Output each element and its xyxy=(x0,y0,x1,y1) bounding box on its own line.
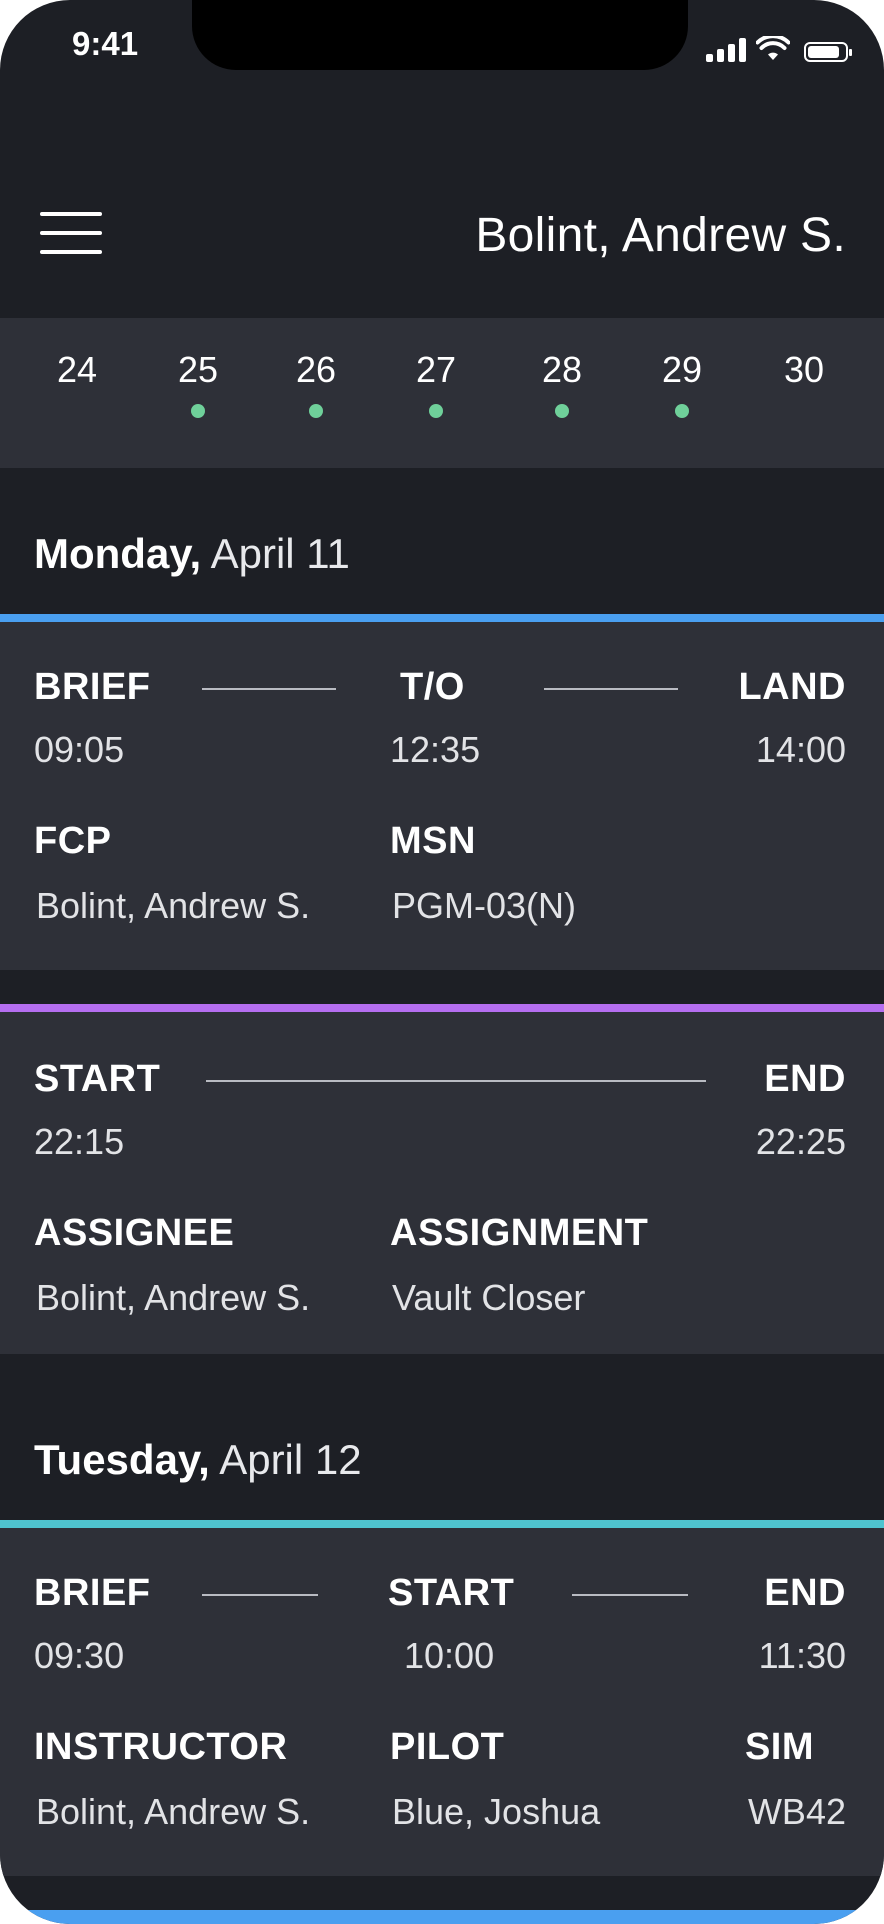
fcp-label: FCP xyxy=(34,820,112,862)
brief-label: BRIEF xyxy=(34,1572,151,1614)
next-event-color-bar xyxy=(0,1910,884,1924)
date-item-25[interactable]: 25 xyxy=(158,348,238,418)
day-heading-monday: Monday, April 11 xyxy=(34,528,350,580)
msn-label: MSN xyxy=(390,820,476,862)
instructor-value: Bolint, Andrew S. xyxy=(36,1791,311,1832)
sim-value: WB42 xyxy=(747,1791,846,1832)
event-color-bar xyxy=(0,1520,884,1528)
date-number: 27 xyxy=(415,349,457,390)
event-indicator-dot xyxy=(191,404,205,418)
hamburger-menu-icon[interactable] xyxy=(40,210,102,256)
brief-time: 09:05 xyxy=(34,729,125,770)
end-time: 11:30 xyxy=(758,1635,846,1676)
end-label: END xyxy=(764,1058,846,1100)
device-notch xyxy=(192,0,688,70)
date-item-26[interactable]: 26 xyxy=(276,348,356,418)
date-number: 30 xyxy=(783,349,825,390)
brief-label: BRIEF xyxy=(34,666,151,708)
event-indicator-dot xyxy=(555,404,569,418)
battery-icon xyxy=(804,42,852,62)
end-label: END xyxy=(764,1572,846,1614)
cellular-signal-icon xyxy=(706,38,746,62)
brief-time: 09:30 xyxy=(34,1635,125,1676)
land-time: 14:00 xyxy=(755,729,846,770)
timeline-connector xyxy=(202,688,336,690)
assignment-label: ASSIGNMENT xyxy=(390,1212,649,1254)
event-indicator-dot xyxy=(675,404,689,418)
land-label: LAND xyxy=(738,666,846,708)
day-date: April 11 xyxy=(210,530,350,577)
date-item-27[interactable]: 27 xyxy=(396,348,476,418)
assignment-value: Vault Closer xyxy=(392,1277,586,1318)
date-item-30[interactable]: 30 xyxy=(764,348,844,392)
status-icons xyxy=(706,34,852,62)
phone-screen: 9:41 Bolint, Andrew S. 24 25 26 27 28 29… xyxy=(0,0,884,1924)
date-item-29[interactable]: 29 xyxy=(642,348,722,418)
date-number: 24 xyxy=(56,349,98,390)
day-weekday: Tuesday, xyxy=(34,1436,210,1483)
instructor-label: INSTRUCTOR xyxy=(34,1726,288,1768)
timeline-connector xyxy=(206,1080,706,1082)
battery-level xyxy=(808,46,839,58)
start-time: 10:00 xyxy=(404,1635,495,1676)
event-color-bar xyxy=(0,614,884,622)
timeline-connector xyxy=(544,688,678,690)
event-card-duty[interactable]: START END 22:15 22:25 ASSIGNEE ASSIGNMEN… xyxy=(0,1004,884,1354)
start-time: 22:15 xyxy=(34,1121,125,1162)
date-number: 25 xyxy=(177,349,219,390)
start-label: START xyxy=(34,1058,161,1100)
date-number: 28 xyxy=(541,349,583,390)
header-user-name[interactable]: Bolint, Andrew S. xyxy=(475,208,846,264)
week-date-strip: 24 25 26 27 28 29 30 xyxy=(0,318,884,468)
sim-label: SIM xyxy=(744,1726,814,1768)
pilot-label: PILOT xyxy=(390,1726,505,1768)
date-item-24[interactable]: 24 xyxy=(37,348,117,392)
day-heading-tuesday: Tuesday, April 12 xyxy=(34,1434,362,1486)
event-indicator-dot xyxy=(429,404,443,418)
event-card-flight[interactable]: BRIEF T/O LAND 09:05 12:35 14:00 FCP MSN… xyxy=(0,614,884,970)
status-time: 9:41 xyxy=(72,25,139,62)
timeline-connector xyxy=(572,1594,688,1596)
event-indicator-dot xyxy=(309,404,323,418)
wifi-icon xyxy=(756,36,790,60)
takeoff-label: T/O xyxy=(400,666,465,708)
msn-value: PGM-03(N) xyxy=(392,885,577,926)
app-header: Bolint, Andrew S. xyxy=(0,180,884,280)
assignee-value: Bolint, Andrew S. xyxy=(36,1277,311,1318)
end-time: 22:25 xyxy=(755,1121,846,1162)
date-number: 26 xyxy=(295,349,337,390)
fcp-value: Bolint, Andrew S. xyxy=(36,885,311,926)
assignee-label: ASSIGNEE xyxy=(34,1212,235,1254)
date-number: 29 xyxy=(661,349,703,390)
event-card-sim[interactable]: BRIEF START END 09:30 10:00 11:30 INSTRU… xyxy=(0,1520,884,1876)
pilot-value: Blue, Joshua xyxy=(392,1791,601,1832)
takeoff-time: 12:35 xyxy=(390,729,481,770)
day-date: April 12 xyxy=(219,1436,362,1483)
timeline-connector xyxy=(202,1594,318,1596)
day-weekday: Monday, xyxy=(34,530,202,577)
date-item-28[interactable]: 28 xyxy=(522,348,602,418)
start-label: START xyxy=(388,1572,515,1614)
event-color-bar xyxy=(0,1004,884,1012)
